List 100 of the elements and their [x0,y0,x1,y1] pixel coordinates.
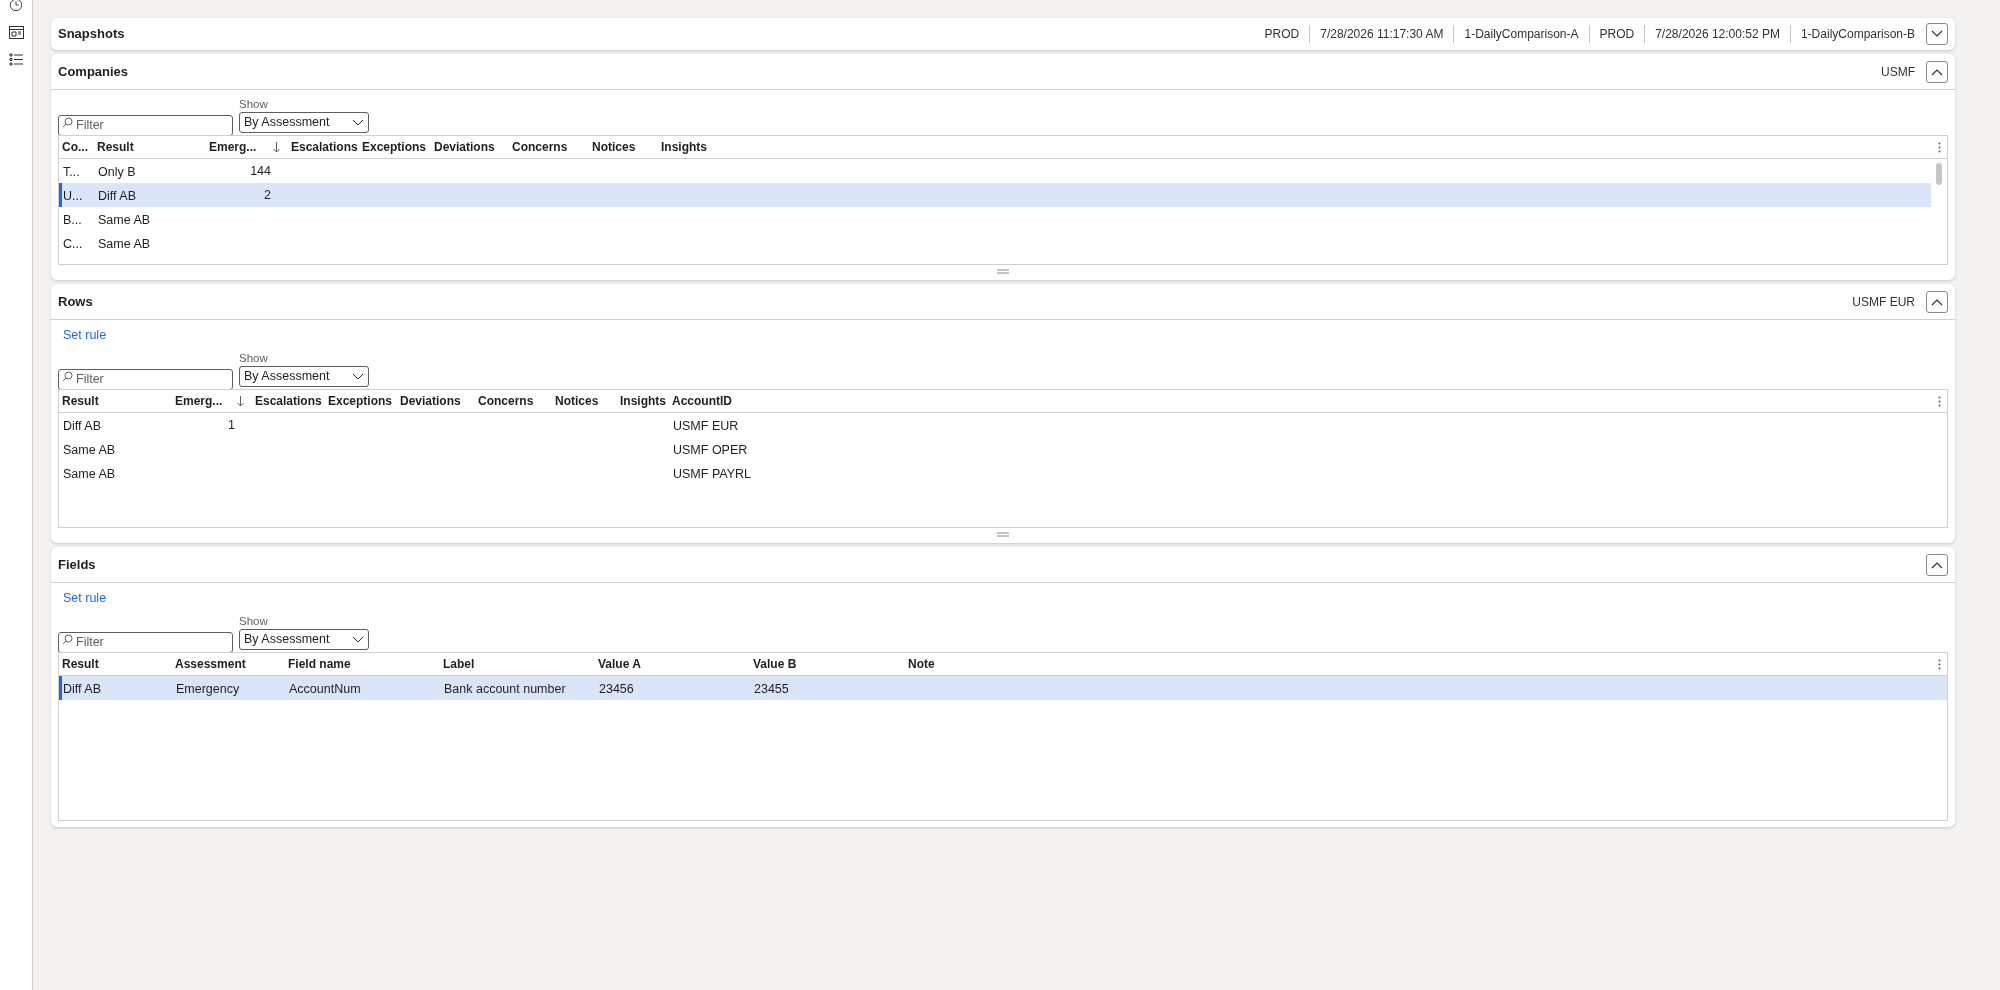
table-cell: U... [63,189,83,203]
table-cell: Same AB [98,237,151,251]
show-dropdown[interactable]: By Assessment [239,629,369,650]
snapshot-info: 7/28/2026 12:00:52 PM [1645,25,1791,43]
filter-field[interactable]: Filter [58,631,233,653]
filter-field[interactable]: Filter [58,368,233,390]
column-header[interactable]: Concerns [478,392,534,410]
column-header[interactable]: Label [443,655,475,673]
column-header[interactable]: Emerg... [209,138,257,156]
section-summary: USMF [1881,63,1915,81]
show-label: Show [239,97,269,112]
section-title: Companies [58,62,129,81]
table-cell: USMF OPER [673,443,748,457]
show-label: Show [239,351,269,366]
column-header[interactable]: Insights [661,138,707,156]
chevron-down-icon [352,373,364,380]
resize-handle-icon[interactable] [997,532,1009,537]
table-cell-text: 2 [264,186,271,204]
more-options-icon[interactable] [1938,142,1941,153]
chevron-up-icon [1931,297,1943,306]
section-title: Snapshots [58,25,125,44]
more-options-icon[interactable] [1938,396,1941,407]
chevron-up-icon [1931,560,1943,569]
grid-row[interactable]: Same AB USMF OPER [59,437,1947,461]
grid-row[interactable]: C... Same AB [59,231,1931,255]
sort-arrow-icon[interactable] [273,141,280,153]
column-header[interactable]: Escalations [255,392,322,410]
table-cell: Diff AB [63,682,101,696]
column-header[interactable]: Exceptions [328,392,393,410]
column-header[interactable]: AccountID [672,392,732,410]
collapse-button[interactable] [1926,23,1948,45]
show-dropdown[interactable]: By Assessment [239,112,369,133]
table-cell: B... [63,213,82,227]
set-rule-link[interactable]: Set rule [63,588,107,608]
column-header[interactable]: Emerg... [175,392,223,410]
column-header[interactable]: Insights [620,392,666,410]
search-icon [62,117,73,128]
list-icon[interactable] [8,53,24,66]
search-icon [62,371,73,382]
collapse-button[interactable] [1926,290,1948,313]
grid-row[interactable]: Diff AB 1 USMF EUR [59,413,1947,437]
column-header[interactable]: Escalations [291,138,358,156]
grid-row[interactable]: T... Only B 144 [59,159,1931,183]
column-header[interactable]: Result [62,392,99,410]
table-cell: USMF PAYRL [673,467,752,481]
column-header[interactable]: Value B [753,655,797,673]
filter-field[interactable]: Filter [58,114,233,136]
column-header[interactable]: Result [62,655,99,673]
column-header[interactable]: Notices [592,138,636,156]
table-cell: AccountNum [289,682,361,696]
snapshot-info: 7/28/2026 11:17:30 AM [1310,25,1455,43]
sort-arrow-icon[interactable] [237,395,244,407]
search-icon [62,634,73,645]
table-cell: C... [63,237,83,251]
column-header[interactable]: Deviations [400,392,461,410]
section-summary: USMF EUR [1852,293,1915,311]
table-cell: Diff AB [98,189,136,203]
grid-row[interactable]: Same AB USMF PAYRL [59,461,1947,485]
grid-row[interactable]: U... Diff AB 2 [59,183,1931,207]
table-cell: Same AB [98,213,151,227]
table-cell: 23456 [599,682,634,696]
show-dropdown[interactable]: By Assessment [239,366,369,387]
column-header[interactable]: Value A [598,655,641,673]
table-cell: Bank account number [444,682,566,696]
grid-row[interactable]: Diff AB Emergency AccountNum Bank account number 23456 23455 [59,676,1947,700]
table-cell: Diff AB [63,419,101,433]
chevron-up-icon [1931,67,1943,76]
snapshot-info: 1-DailyComparison-A [1454,25,1590,43]
snapshot-info: 1-DailyComparison-B [1799,26,1916,43]
column-header[interactable]: Field name [288,655,351,673]
column-header[interactable]: Assessment [175,655,246,673]
column-header[interactable]: Note [908,655,935,673]
chevron-down-icon [1931,30,1943,38]
set-rule-link[interactable]: Set rule [63,325,107,345]
table-cell: Same AB [63,443,116,457]
scrollbar-thumb[interactable] [1936,163,1942,185]
section-title: Fields [58,555,96,574]
chevron-down-icon [352,636,364,643]
clock-icon[interactable] [8,0,24,12]
column-header[interactable]: Concerns [512,138,568,156]
column-header[interactable]: Result [97,138,134,156]
table-cell: Only B [98,165,136,179]
table-cell-text: 144 [250,162,271,180]
column-header[interactable]: Notices [555,392,599,410]
form-icon[interactable] [8,26,24,39]
snapshot-info: PROD [1254,25,1311,43]
collapse-button[interactable] [1926,60,1948,83]
column-header[interactable]: Exceptions [362,138,427,156]
grid-row[interactable]: B... Same AB [59,207,1931,231]
column-header[interactable]: Deviations [434,138,495,156]
collapse-button[interactable] [1926,553,1948,576]
table-cell: USMF EUR [673,419,739,433]
resize-handle-icon[interactable] [997,269,1009,274]
table-cell: T... [63,165,80,179]
chevron-down-icon [352,119,364,126]
column-header[interactable]: Co... [62,138,88,156]
table-cell: Emergency [176,682,240,696]
table-cell: 23455 [754,682,789,696]
more-options-icon[interactable] [1938,659,1941,670]
snapshot-info: PROD [1589,25,1646,43]
